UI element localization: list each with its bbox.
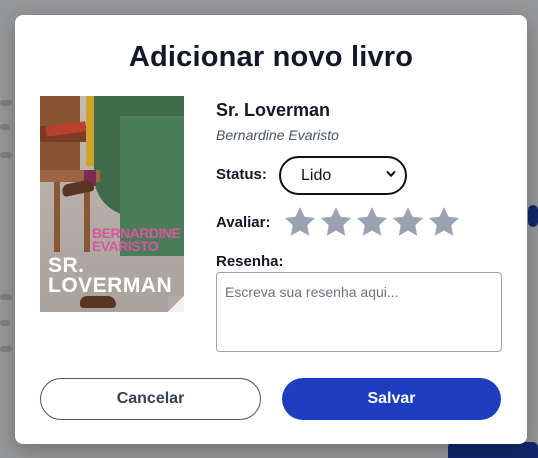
book-title: Sr. Loverman bbox=[216, 100, 331, 120]
add-book-modal: Adicionar novo livro BERNARDINE EVARISTO… bbox=[15, 15, 527, 444]
review-label: Resenha: bbox=[216, 253, 284, 270]
star-icon[interactable] bbox=[427, 205, 461, 239]
book-cover-image: BERNARDINE EVARISTO SR. LOVERMAN bbox=[40, 96, 184, 312]
status-label: Status: bbox=[216, 166, 267, 183]
rating-stars bbox=[283, 205, 461, 239]
star-icon[interactable] bbox=[355, 205, 389, 239]
review-textarea[interactable] bbox=[216, 272, 502, 352]
modal-title: Adicionar novo livro bbox=[128, 41, 414, 73]
star-icon[interactable] bbox=[283, 205, 317, 239]
chevron-down-icon bbox=[386, 171, 396, 177]
status-select[interactable]: Lido bbox=[279, 156, 407, 195]
save-button[interactable]: Salvar bbox=[282, 378, 501, 420]
star-icon[interactable] bbox=[319, 205, 353, 239]
book-author: Bernardine Evaristo bbox=[216, 127, 339, 143]
cover-author-text: BERNARDINE EVARISTO bbox=[92, 225, 181, 254]
rating-label: Avaliar: bbox=[216, 214, 271, 231]
star-icon[interactable] bbox=[391, 205, 425, 239]
cover-title-text: SR. LOVERMAN bbox=[48, 254, 173, 297]
status-select-value: Lido bbox=[301, 166, 332, 184]
cancel-button[interactable]: Cancelar bbox=[40, 378, 261, 420]
